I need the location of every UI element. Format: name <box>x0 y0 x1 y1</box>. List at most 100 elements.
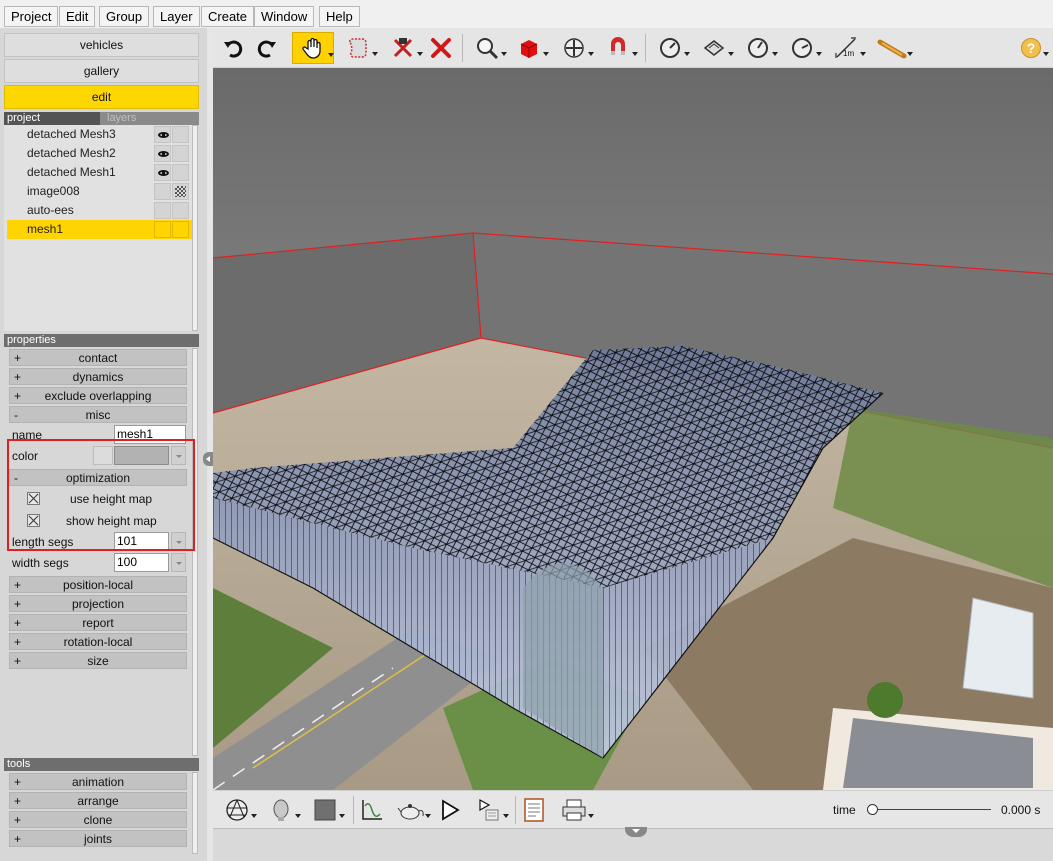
prop-group-misc[interactable]: - misc <box>9 406 187 423</box>
prop-group-size[interactable]: + size <box>9 652 187 669</box>
visibility-toggle[interactable] <box>154 145 171 162</box>
zoom-button[interactable] <box>467 32 507 64</box>
report-button[interactable] <box>519 794 549 826</box>
magnifier-icon <box>477 38 499 60</box>
pan-hand-button[interactable] <box>292 32 334 64</box>
script-teapot-button[interactable] <box>389 794 433 826</box>
move-icon <box>564 38 584 58</box>
prop-group-dynamics[interactable]: + dynamics <box>9 368 187 385</box>
prop-group-report[interactable]: + report <box>9 614 187 631</box>
visibility-toggle[interactable] <box>154 126 171 143</box>
list-item[interactable]: detached Mesh1 <box>7 163 192 182</box>
menu-window[interactable]: Window <box>254 6 315 27</box>
surface-tool-button[interactable] <box>694 32 734 64</box>
time-slider-handle[interactable] <box>867 804 878 815</box>
visibility-toggle[interactable] <box>154 164 171 181</box>
print-button[interactable] <box>553 794 595 826</box>
lock-toggle[interactable] <box>172 221 189 238</box>
prop-group-projection[interactable]: + projection <box>9 595 187 612</box>
tool-arrange[interactable]: + arrange <box>9 792 187 809</box>
measure-distance-button[interactable] <box>738 32 778 64</box>
list-item[interactable]: detached Mesh2 <box>7 144 192 163</box>
width-segs-stepper[interactable] <box>171 553 186 572</box>
visibility-toggle[interactable] <box>154 183 171 200</box>
redo-button[interactable] <box>252 32 282 64</box>
graph-button[interactable] <box>357 794 387 826</box>
width-segs-field[interactable]: 100 <box>114 553 169 572</box>
help-button[interactable]: ? <box>1013 32 1049 64</box>
menu-create[interactable]: Create <box>201 6 255 27</box>
tab-layers[interactable]: layers <box>104 112 136 125</box>
scale-ruler-button[interactable]: 1m <box>826 32 866 64</box>
3d-viewport[interactable] <box>213 68 1053 790</box>
tools-scrollbar[interactable] <box>192 772 198 854</box>
time-label: time <box>833 803 856 817</box>
delete-button[interactable] <box>426 32 456 64</box>
snap-magnet-button[interactable] <box>598 32 638 64</box>
gauge-icon <box>748 38 768 58</box>
mode-edit-button[interactable]: edit <box>4 85 199 109</box>
tool-joints[interactable]: + joints <box>9 830 187 847</box>
menu-project[interactable]: Project <box>4 6 59 27</box>
prop-group-rotation-local[interactable]: + rotation-local <box>9 633 187 650</box>
move-button[interactable] <box>554 32 594 64</box>
menu-group[interactable]: Group <box>99 6 150 27</box>
render-mode-button[interactable] <box>217 794 257 826</box>
list-item[interactable]: auto-ees <box>7 201 192 220</box>
menu-layer[interactable]: Layer <box>153 6 200 27</box>
chevron-down-icon <box>632 52 638 56</box>
toolbar-separator <box>462 34 463 62</box>
list-item-label: detached Mesh2 <box>27 146 116 160</box>
delete-x-icon <box>431 38 451 58</box>
texture-toggle[interactable] <box>172 183 189 200</box>
properties-scrollbar[interactable] <box>192 348 198 756</box>
list-item-label: detached Mesh3 <box>27 127 116 141</box>
lock-toggle[interactable] <box>172 164 189 181</box>
list-item-selected[interactable]: mesh1 <box>7 220 192 239</box>
list-item-label: detached Mesh1 <box>27 165 116 179</box>
list-item[interactable]: detached Mesh3 <box>7 125 192 144</box>
redo-icon <box>257 40 276 58</box>
chevron-down-icon <box>501 52 507 56</box>
mode-gallery-button[interactable]: gallery <box>4 59 199 83</box>
tool-animation[interactable]: + animation <box>9 773 187 790</box>
main-toolbar: 1m ? <box>213 28 1053 68</box>
measure-angle-button[interactable] <box>650 32 690 64</box>
measure-tape-button[interactable] <box>870 32 914 64</box>
play-button[interactable] <box>435 794 465 826</box>
collapse-panel-arrow-icon[interactable] <box>203 452 213 466</box>
tool-label: clone <box>83 813 113 827</box>
mode-vehicles-button[interactable]: vehicles <box>4 33 199 57</box>
lasso-select-button[interactable] <box>338 32 378 64</box>
red-cube-icon <box>520 40 538 58</box>
list-item[interactable]: image008 <box>7 182 192 201</box>
character-button[interactable] <box>261 794 301 826</box>
lock-toggle[interactable] <box>172 202 189 219</box>
teapot-icon <box>397 804 424 820</box>
prop-group-exclude-overlapping[interactable]: + exclude overlapping <box>9 387 187 404</box>
menu-help[interactable]: Help <box>319 6 360 27</box>
lock-toggle[interactable] <box>172 145 189 162</box>
tab-project[interactable]: project <box>4 112 100 125</box>
create-box-button[interactable] <box>509 32 549 64</box>
tool-label: joints <box>83 832 112 846</box>
visibility-toggle[interactable] <box>154 202 171 219</box>
detach-tool-button[interactable] <box>383 32 423 64</box>
prop-group-contact[interactable]: + contact <box>9 349 187 366</box>
lock-toggle[interactable] <box>172 126 189 143</box>
undo-button[interactable] <box>218 32 248 64</box>
tool-label: arrange <box>77 794 119 808</box>
hand-icon <box>302 37 321 59</box>
material-button[interactable] <box>305 794 345 826</box>
tool-clone[interactable]: + clone <box>9 811 187 828</box>
chevron-down-icon <box>543 52 549 56</box>
time-slider-track[interactable] <box>867 809 991 810</box>
step-button[interactable] <box>469 794 509 826</box>
undo-icon <box>224 40 243 58</box>
chevron-down-icon <box>588 814 594 818</box>
menu-edit[interactable]: Edit <box>59 6 96 27</box>
project-list-scrollbar[interactable] <box>192 125 198 331</box>
measure-speed-button[interactable] <box>782 32 822 64</box>
prop-group-position-local[interactable]: + position-local <box>9 576 187 593</box>
visibility-toggle[interactable] <box>154 221 171 238</box>
